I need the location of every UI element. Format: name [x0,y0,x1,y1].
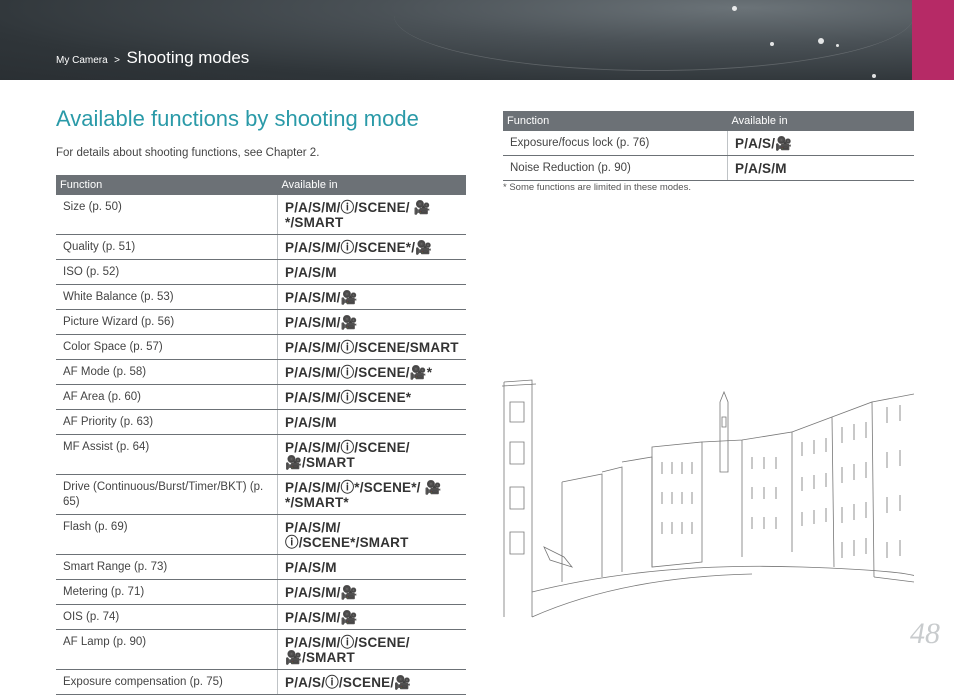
header-sparkle [770,42,774,46]
footnote: * Some functions are limited in these mo… [503,182,691,193]
function-cell: Size (p. 50) [56,194,278,235]
modes-cell: P/A/S/M/ⓘ/SCENE/🎥/SMART [277,629,466,670]
column-header-available: Available in [727,111,914,131]
modes-cell: P/A/S/M [277,409,466,435]
functions-table-left: Function Available in Size (p. 50) P/A/S/… [56,175,466,695]
table-row: AF Lamp (p. 90) P/A/S/M/ⓘ/SCENE/🎥/SMART [56,629,466,670]
function-cell: Drive (Continuous/Burst/Timer/BKT) (p. 6… [56,474,278,515]
functions-table-right: Function Available in Exposure/focus loc… [503,111,914,181]
modes-cell: P/A/S/🎥 [727,130,914,156]
function-cell: OIS (p. 74) [56,604,278,630]
modes-cell: P/A/S/M/🎥 [277,309,466,335]
function-cell: AF Lamp (p. 90) [56,629,278,670]
function-cell: AF Priority (p. 63) [56,409,278,435]
function-cell: Smart Range (p. 73) [56,554,278,580]
table-row: Metering (p. 71) P/A/S/M/🎥 [56,579,466,605]
header-sparkle [872,74,876,78]
page-number: 48 [910,617,940,650]
modes-cell: P/A/S/M/ⓘ/SCENE*/🎥 [277,234,466,260]
table-row: Flash (p. 69) P/A/S/M/ⓘ/SCENE*/SMART [56,514,466,555]
page-header: My Camera > Shooting modes [0,0,954,80]
table-row: AF Area (p. 60) P/A/S/M/ⓘ/SCENE* [56,384,466,410]
function-cell: Metering (p. 71) [56,579,278,605]
breadcrumb-parent[interactable]: My Camera [56,55,108,66]
modes-cell: P/A/S/M/🎥 [277,284,466,310]
table-row: Drive (Continuous/Burst/Timer/BKT) (p. 6… [56,474,466,515]
header-sparkle [732,6,737,11]
header-sparkle [836,44,839,47]
modes-cell: P/A/S/M/ⓘ/SCENE/ 🎥*/SMART [277,194,466,235]
modes-cell: P/A/S/M/ⓘ/SCENE/SMART [277,334,466,360]
table-row: ISO (p. 52) P/A/S/M [56,259,466,285]
function-cell: Quality (p. 51) [56,234,278,260]
function-cell: White Balance (p. 53) [56,284,278,310]
table-header-row: Function Available in [56,175,466,195]
table-row: Noise Reduction (p. 90) P/A/S/M [503,155,914,181]
modes-cell: P/A/S/ⓘ/SCENE/🎥 [277,669,466,695]
table-row: OIS (p. 74) P/A/S/M/🎥 [56,604,466,630]
modes-cell: P/A/S/M/🎥 [277,579,466,605]
modes-cell: P/A/S/M/ⓘ/SCENE/🎥/SMART [277,434,466,475]
header-sparkle [818,38,824,44]
intro-text: For details about shooting functions, se… [56,147,320,159]
column-header-available: Available in [277,175,466,195]
modes-cell: P/A/S/M/ⓘ/SCENE* [277,384,466,410]
modes-cell: P/A/S/M/ⓘ/SCENE*/SMART [277,514,466,555]
table-row: AF Priority (p. 63) P/A/S/M [56,409,466,435]
modes-cell: P/A/S/M [727,155,914,181]
venice-sketch-illustration [502,379,914,618]
function-cell: Color Space (p. 57) [56,334,278,360]
function-cell: AF Mode (p. 58) [56,359,278,385]
modes-cell: P/A/S/M [277,554,466,580]
modes-cell: P/A/S/M/🎥 [277,604,466,630]
table-row: Quality (p. 51) P/A/S/M/ⓘ/SCENE*/🎥 [56,234,466,260]
function-cell: Noise Reduction (p. 90) [503,155,728,181]
breadcrumb-separator: > [114,55,120,66]
table-row: White Balance (p. 53) P/A/S/M/🎥 [56,284,466,310]
column-header-function: Function [503,111,728,131]
breadcrumb: My Camera > Shooting modes [56,48,249,68]
function-cell: Exposure/focus lock (p. 76) [503,130,728,156]
header-decoration [394,0,914,71]
modes-cell: P/A/S/M/ⓘ*/SCENE*/ 🎥*/SMART* [277,474,466,515]
modes-cell: P/A/S/M [277,259,466,285]
breadcrumb-current: Shooting modes [126,48,250,67]
table-header-row: Function Available in [503,111,914,131]
function-cell: ISO (p. 52) [56,259,278,285]
page-title: Available functions by shooting mode [56,106,419,131]
modes-cell: P/A/S/M/ⓘ/SCENE/🎥* [277,359,466,385]
table-row: Picture Wizard (p. 56) P/A/S/M/🎥 [56,309,466,335]
function-cell: Exposure compensation (p. 75) [56,669,278,695]
table-row: Exposure/focus lock (p. 76) P/A/S/🎥 [503,130,914,156]
function-cell: Picture Wizard (p. 56) [56,309,278,335]
table-row: Smart Range (p. 73) P/A/S/M [56,554,466,580]
table-row: MF Assist (p. 64) P/A/S/M/ⓘ/SCENE/🎥/SMART [56,434,466,475]
column-header-function: Function [56,175,278,195]
function-cell: MF Assist (p. 64) [56,434,278,475]
table-row: AF Mode (p. 58) P/A/S/M/ⓘ/SCENE/🎥* [56,359,466,385]
table-row: Color Space (p. 57) P/A/S/M/ⓘ/SCENE/SMART [56,334,466,360]
table-row: Size (p. 50) P/A/S/M/ⓘ/SCENE/ 🎥*/SMART [56,194,466,235]
table-row: Exposure compensation (p. 75) P/A/S/ⓘ/SCE… [56,669,466,695]
header-accent-tab [912,0,954,80]
function-cell: Flash (p. 69) [56,514,278,555]
function-cell: AF Area (p. 60) [56,384,278,410]
